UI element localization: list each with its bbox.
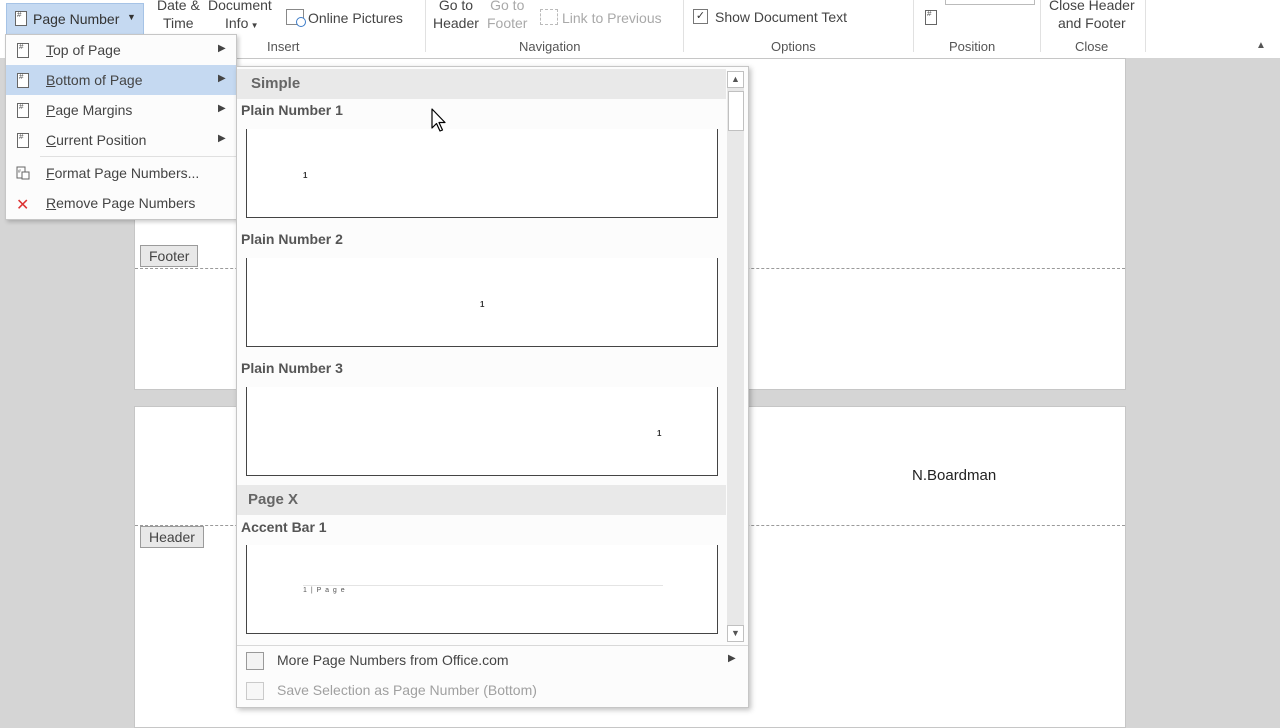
date-time-label-1: Date &: [157, 0, 200, 13]
menu-item-current-position[interactable]: Current Position ▶: [6, 125, 236, 155]
online-pictures-label: Online Pictures: [308, 10, 403, 26]
collapse-ribbon-icon[interactable]: ▲: [1256, 40, 1266, 51]
go-to-footer-button[interactable]: Go to Footer: [487, 0, 527, 32]
preview-page-number: 1: [657, 429, 662, 438]
preview-page-number: 1: [480, 300, 485, 309]
submenu-arrow-icon: ▶: [218, 103, 226, 114]
position-group-label: Position: [949, 39, 996, 54]
navigation-group-label: Navigation: [519, 39, 581, 54]
scrollbar-thumb[interactable]: [728, 91, 744, 131]
document-info-label-2: Info: [225, 15, 249, 31]
gallery-item-plain-number-1[interactable]: 1: [246, 129, 718, 218]
scroll-up-icon[interactable]: ▲: [727, 71, 744, 88]
save-selection-item[interactable]: Save Selection as Page Number (Bottom): [237, 675, 748, 705]
gallery-scrollbar[interactable]: ▲ ▼: [727, 71, 744, 642]
menu-item-label: Top of Page: [46, 42, 121, 58]
header-tag: Header: [140, 526, 204, 548]
online-pictures-button[interactable]: Online Pictures: [286, 9, 403, 27]
svg-text:#: #: [18, 169, 21, 175]
save-selection-icon: [246, 682, 264, 700]
divider: [425, 0, 426, 52]
divider: [1040, 0, 1041, 52]
show-document-text-label: Show Document Text: [715, 9, 848, 25]
menu-item-label: Current Position: [46, 132, 147, 148]
save-selection-label: Save Selection as Page Number (Bottom): [277, 682, 537, 698]
bottom-of-page-gallery: Simple Plain Number 1 1 Plain Number 2 1…: [236, 66, 749, 708]
menu-item-label: Format Page Numbers...: [46, 165, 200, 181]
go-to-footer-label-1: Go to: [490, 0, 525, 13]
accent-bar-line: [303, 585, 663, 586]
current-position-icon: [17, 132, 29, 148]
gallery-item-plain-number-3[interactable]: 1: [246, 387, 718, 476]
link-icon: [540, 9, 558, 25]
divider: [913, 0, 914, 52]
close-header-footer-label-1: Close Header: [1049, 0, 1135, 13]
gallery-section-simple: Simple: [237, 69, 726, 99]
gallery-item-title: Accent Bar 1: [241, 519, 327, 535]
page-number-button[interactable]: Page Number ▼: [6, 3, 144, 35]
insert-group-label: Insert: [267, 39, 300, 54]
more-page-numbers-item[interactable]: More Page Numbers from Office.com ▶: [237, 645, 748, 675]
go-to-header-label-1: Go to: [438, 0, 474, 13]
preview-page-number: 1: [303, 171, 308, 180]
close-header-footer-button[interactable]: Close Header and Footer: [1049, 0, 1135, 32]
chevron-down-icon: ▼: [127, 12, 136, 22]
submenu-arrow-icon: ▶: [218, 43, 226, 54]
gallery-item-title: Plain Number 1: [241, 102, 343, 118]
scroll-down-icon[interactable]: ▼: [727, 625, 744, 642]
mouse-cursor-icon: [431, 108, 446, 132]
chevron-down-icon: ▼: [248, 21, 259, 30]
divider: [683, 0, 684, 52]
remove-icon: ✕: [16, 197, 30, 214]
page-number-label: Page Number: [33, 11, 120, 27]
more-page-numbers-label: More Page Numbers from Office.com: [277, 652, 509, 668]
menu-item-page-margins[interactable]: Page Margins ▶: [6, 95, 236, 125]
menu-item-top-of-page[interactable]: Top of Page ▶: [6, 35, 236, 65]
footer-tag: Footer: [140, 245, 199, 267]
online-pictures-icon: [286, 9, 306, 27]
section-title: Simple: [251, 75, 301, 92]
go-to-header-button[interactable]: Go to Header: [433, 0, 479, 32]
go-to-header-label-2: Header: [433, 15, 479, 31]
close-group-label: Close: [1075, 39, 1109, 54]
gallery-item-title: Plain Number 2: [241, 231, 343, 247]
top-of-page-icon: [17, 42, 29, 58]
gallery-section-page-x: Page X: [237, 485, 726, 515]
go-to-footer-label-2: Footer: [487, 15, 528, 31]
office-com-icon: [246, 652, 264, 670]
menu-divider: [40, 156, 236, 157]
gallery-item-title: Plain Number 3: [241, 360, 343, 376]
link-to-previous-label: Link to Previous: [562, 10, 662, 26]
menu-item-bottom-of-page[interactable]: Bottom of Page ▶: [6, 65, 236, 95]
submenu-arrow-icon: ▶: [218, 73, 226, 84]
document-info-button[interactable]: Document Info ▼: [208, 0, 272, 35]
position-input[interactable]: [945, 0, 1035, 5]
gallery-item-plain-number-2[interactable]: 1: [246, 258, 718, 347]
section-title: Page X: [248, 491, 299, 508]
page-number-menu: Top of Page ▶ Bottom of Page ▶ Page Marg…: [5, 34, 237, 220]
header-text[interactable]: N.Boardman: [912, 467, 996, 484]
menu-item-label: Page Margins: [46, 102, 133, 118]
menu-item-label: Remove Page Numbers: [46, 195, 196, 211]
page-margins-icon: [17, 102, 29, 118]
options-group-label: Options: [771, 39, 816, 54]
bottom-of-page-icon: [17, 72, 29, 88]
submenu-arrow-icon: ▶: [218, 133, 226, 144]
date-time-label-2: Time: [163, 15, 194, 31]
menu-item-remove-page-numbers[interactable]: ✕ Remove Page Numbers: [6, 188, 236, 218]
insert-alignment-tab-icon[interactable]: [925, 9, 937, 25]
menu-item-format-page-numbers[interactable]: # Format Page Numbers...: [6, 158, 236, 188]
submenu-arrow-icon: ▶: [728, 653, 736, 664]
format-page-numbers-icon: #: [16, 166, 30, 180]
show-document-text-checkbox[interactable]: ✓: [693, 9, 708, 24]
close-header-footer-label-2: and Footer: [1057, 15, 1126, 31]
date-time-button[interactable]: Date & Time: [157, 0, 200, 32]
menu-item-label: Bottom of Page: [46, 72, 143, 88]
page-number-icon: [15, 10, 27, 26]
gallery-item-accent-bar-1[interactable]: 1 | P a g e: [246, 545, 718, 634]
preview-page-number: 1 | P a g e: [303, 587, 346, 594]
link-to-previous-button[interactable]: Link to Previous: [540, 9, 662, 26]
document-info-label-1: Document: [208, 0, 272, 13]
divider: [1145, 0, 1146, 52]
